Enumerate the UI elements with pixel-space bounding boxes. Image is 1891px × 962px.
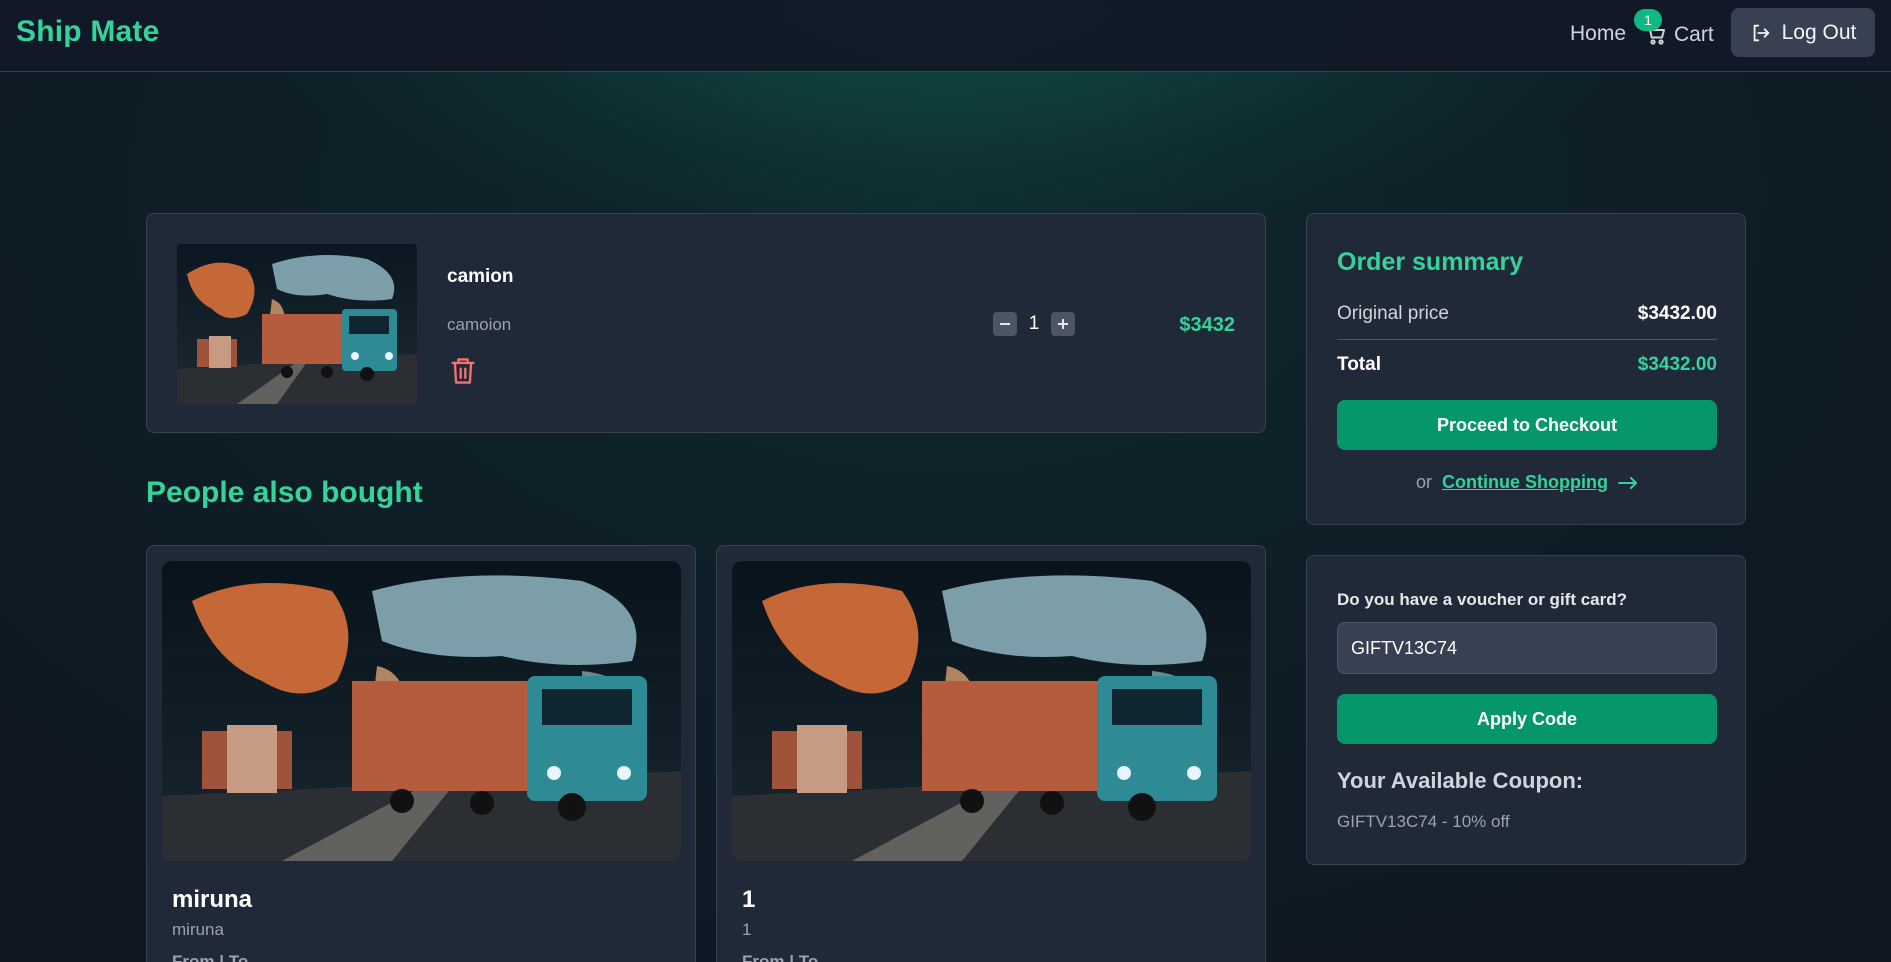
available-coupon-title: Your Available Coupon: [1337,768,1584,793]
total-row: Total $3432.00 [1337,354,1717,376]
product-name: 1 [742,886,756,913]
item-description: camoion [447,315,512,334]
product-route: From | To [172,952,249,962]
truck-world-map-image[interactable] [177,244,417,404]
voucher-code-input[interactable] [1337,622,1717,674]
continue-shopping-label: Continue Shopping [1442,472,1608,492]
proceed-to-checkout-button[interactable]: Proceed to Checkout [1337,400,1717,450]
item-price: $3432 [1179,314,1235,336]
order-summary-card: Order summary Original price $3432.00 To… [1306,213,1746,525]
minus-icon [1000,323,1010,325]
increase-quantity-button[interactable] [1051,312,1075,336]
voucher-label: Do you have a voucher or gift card? [1337,590,1628,609]
product-route: From | To [742,952,819,962]
continue-shopping-link[interactable]: Continue Shopping [1442,472,1638,493]
original-price-row: Original price $3432.00 [1337,303,1717,325]
plus-icon [1058,319,1068,329]
product-subtitle: 1 [742,920,752,939]
product-subtitle: miruna [172,920,224,939]
apply-code-button[interactable]: Apply Code [1337,694,1717,744]
people-also-bought-title: People also bought [146,476,423,509]
original-price-label: Original price [1337,303,1449,324]
original-price-value: $3432.00 [1637,303,1717,324]
quantity-stepper: 1 [993,312,1075,336]
cart-label: Cart [1674,23,1714,46]
trash-icon[interactable] [449,356,477,386]
product-name: miruna [172,886,253,913]
total-value: $3432.00 [1637,354,1717,375]
logout-icon [1750,22,1772,44]
order-summary-title: Order summary [1337,248,1524,276]
brand-logo[interactable]: Ship Mate [16,15,159,49]
truck-world-map-image [732,561,1251,861]
cart-count-badge: 1 [1634,9,1662,31]
navbar: Ship Mate Home Cart 1 Log Out [0,0,1891,72]
quantity-value: 1 [1028,313,1040,334]
product-card[interactable]: miruna miruna From | To [146,545,696,962]
logout-button[interactable]: Log Out [1731,8,1875,57]
available-coupon-text: GIFTV13C74 - 10% off [1337,812,1510,831]
voucher-card: Do you have a voucher or gift card? Appl… [1306,555,1746,865]
summary-divider [1337,339,1717,340]
nav-home-link[interactable]: Home [1570,22,1626,46]
product-card[interactable]: 1 1 From | To [716,545,1266,962]
item-name: camion [447,266,514,287]
cart-item-card: camion camoion 1 $3432 [146,213,1266,433]
continue-shopping-row: or Continue Shopping [1337,472,1717,493]
or-text: or [1416,472,1433,492]
truck-world-map-image [162,561,681,861]
decrease-quantity-button[interactable] [993,312,1017,336]
logout-label: Log Out [1781,20,1857,44]
total-label: Total [1337,354,1381,375]
arrow-right-icon [1617,476,1637,489]
